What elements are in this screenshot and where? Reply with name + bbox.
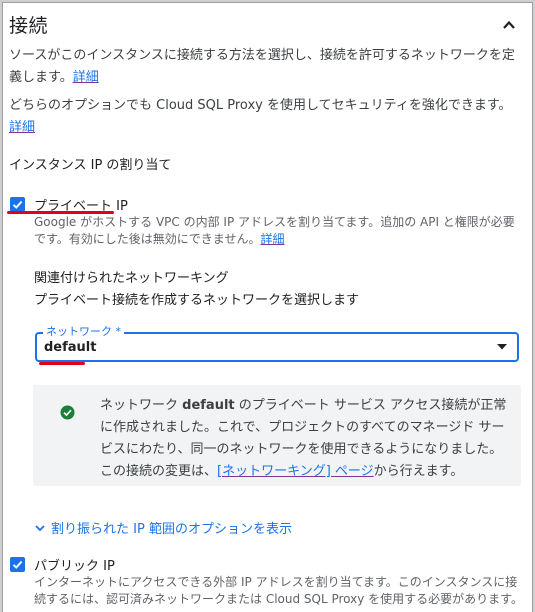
check-circle-icon (60, 405, 75, 420)
collapse-button[interactable] (496, 12, 522, 38)
networking-page-link[interactable]: [ネットワーキング] ページ (217, 464, 374, 479)
public-ip-help: インターネットにアクセスできる外部 IP アドレスを割り当てます。このインスタン… (34, 575, 523, 606)
chevron-up-icon (503, 20, 515, 29)
status-text-end: から行えます。 (373, 464, 464, 479)
private-ip-checkbox[interactable] (10, 197, 25, 212)
checkmark-icon (12, 560, 23, 569)
networking-heading: 関連付けられたネットワーキング (34, 271, 229, 286)
section-title: 接続 (9, 15, 49, 37)
public-ip-checkbox[interactable] (10, 557, 25, 572)
proxy-learn-more-link[interactable]: 詳細 (9, 120, 35, 135)
chevron-down-icon (35, 524, 45, 531)
private-ip-learn-more-link[interactable]: 詳細 (260, 232, 284, 246)
annotation-underline (39, 362, 85, 365)
private-ip-help: Google がホストする VPC の内部 IP アドレスを割り当てます。追加の… (34, 214, 524, 248)
public-ip-label[interactable]: パブリック IP (34, 555, 115, 574)
proxy-note-text: どちらのオプションでも Cloud SQL Proxy を使用してセキュリティを… (9, 98, 512, 113)
show-ip-range-options-link[interactable]: 割り振られた IP 範囲のオプションを表示 (34, 518, 292, 537)
checkmark-icon (12, 200, 23, 209)
status-text-before: ネットワーク (100, 398, 183, 413)
public-ip-learn-more-link[interactable] (34, 607, 56, 612)
network-select-value: default (44, 340, 97, 355)
ip-assignment-label: インスタンス IP の割り当て (9, 158, 172, 173)
intro-text: ソースがこのインスタンスに接続する方法を選択し、接続を許可するネットワークを定義… (9, 45, 524, 89)
network-select-label: ネットワーク * (43, 323, 124, 339)
status-network-name: default (182, 398, 235, 413)
dropdown-arrow-icon[interactable] (496, 343, 508, 351)
networking-description: プライベート接続を作成するネットワークを選択します (34, 293, 360, 308)
proxy-note: どちらのオプションでも Cloud SQL Proxy を使用してセキュリティを… (9, 95, 524, 139)
show-ip-range-options-label: 割り振られた IP 範囲のオプションを表示 (51, 522, 292, 537)
intro-learn-more-link[interactable]: 詳細 (73, 70, 99, 85)
connections-panel: 接続 ソースがこのインスタンスに接続する方法を選択し、接続を許可するネットワーク… (2, 2, 533, 612)
status-message-text: ネットワーク default のプライベート サービス アクセス接続が正常に作成… (100, 395, 510, 483)
